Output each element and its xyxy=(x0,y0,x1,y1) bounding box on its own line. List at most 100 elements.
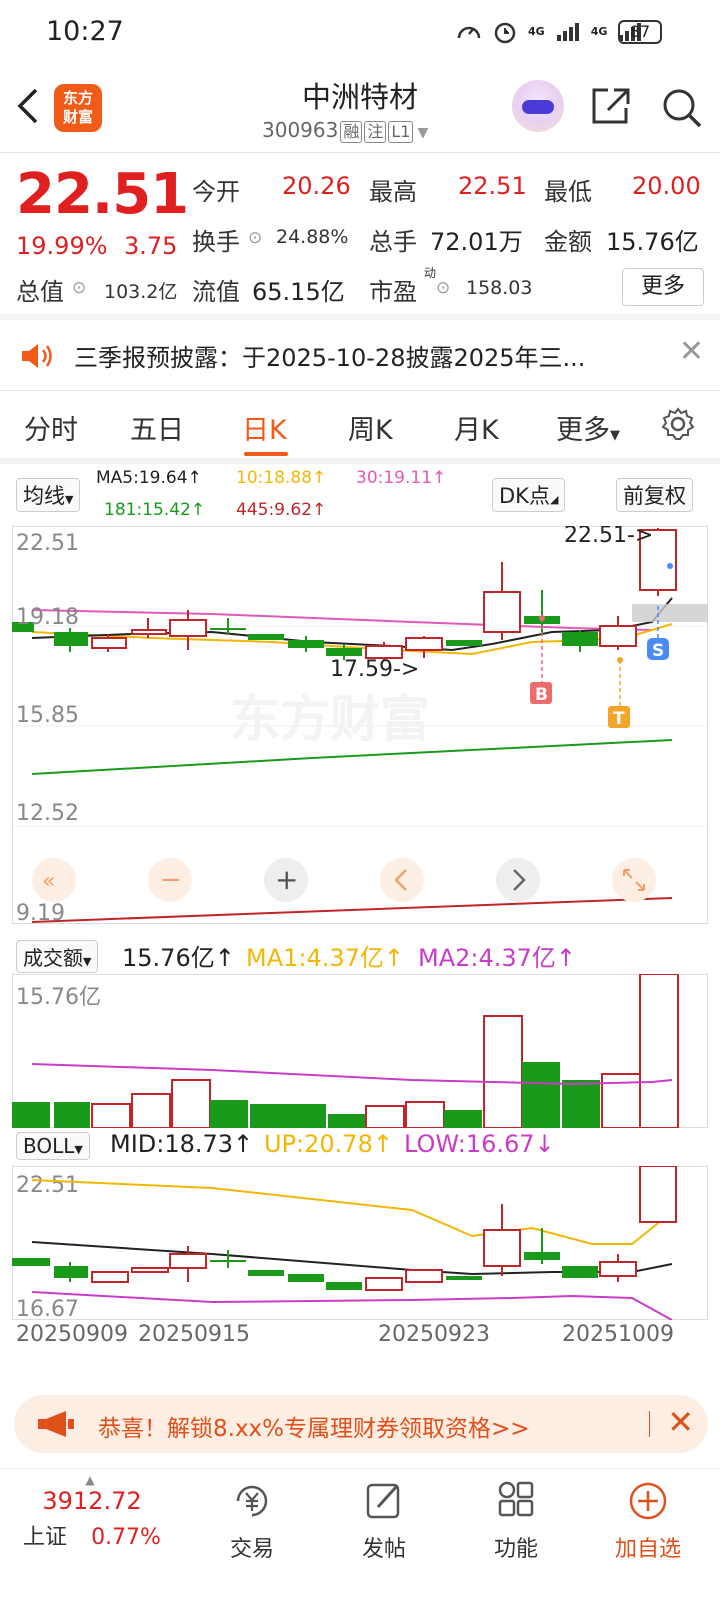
boll-y-top: 22.51 xyxy=(16,1173,79,1198)
tab-more-label: 更多 xyxy=(556,415,610,446)
stock-header: 东方 财富 中洲特材 300963 融注 L1 ▼ xyxy=(0,66,720,152)
caret-up-icon: ▲ xyxy=(85,1473,95,1487)
volume-select[interactable]: 成交额▼ xyxy=(16,940,99,973)
bottom-nav: ▲ 3912.72 上证 0.77% 交易 发帖 功能 加自选 xyxy=(0,1468,720,1600)
battery-level: 87 xyxy=(629,22,651,41)
date-label-2: 20250915 xyxy=(138,1322,250,1347)
tag-registration: 注 xyxy=(364,121,387,143)
volume-chart[interactable]: 15.76亿 xyxy=(12,974,708,1128)
mktcap-value: 103.2亿 xyxy=(104,281,178,303)
close-icon[interactable]: ✕ xyxy=(667,1403,694,1441)
nav-trade[interactable]: 交易 xyxy=(192,1469,312,1563)
y-label-5: 9.19 xyxy=(16,901,65,924)
signal-icon xyxy=(556,23,579,41)
tab-monthly-k[interactable]: 月K xyxy=(454,408,499,447)
dk-label: DK点 xyxy=(499,484,550,508)
high-value: 22.51 xyxy=(458,172,527,200)
change-amount: 3.75 xyxy=(124,232,178,260)
fullscreen-button[interactable] xyxy=(612,858,656,902)
edit-icon xyxy=(366,1483,400,1519)
turnover-label: 换手 xyxy=(192,228,240,256)
pe-value: 158.03 xyxy=(466,277,533,299)
amount-value: 15.76亿 xyxy=(606,228,699,256)
stock-code-row[interactable]: 300963 融注 L1 ▼ xyxy=(262,118,428,143)
caret-down-icon: ▼ xyxy=(65,493,74,506)
plus-icon: + xyxy=(275,863,298,896)
low-value: 20.00 xyxy=(632,172,701,200)
nav-functions[interactable]: 功能 xyxy=(456,1469,576,1563)
ma181-value: 181:15.42↑ xyxy=(104,500,206,520)
add-circle-icon xyxy=(629,1482,667,1520)
nav-add-watchlist[interactable]: 加自选 xyxy=(588,1469,708,1563)
volume-ma2: MA2:4.37亿↑ xyxy=(418,944,577,972)
speed-icon xyxy=(457,26,481,39)
boll-select[interactable]: BOLL▼ xyxy=(16,1132,90,1160)
more-button[interactable]: 更多 xyxy=(622,268,704,306)
volume-y-label: 15.76亿 xyxy=(16,985,101,1010)
battery-icon: 87 xyxy=(618,20,662,44)
speaker-icon xyxy=(22,344,52,368)
tab-more[interactable]: 更多▼ xyxy=(556,408,620,447)
caret-down-icon: ▼ xyxy=(83,955,92,968)
boll-mid: MID:18.73↑ xyxy=(110,1130,254,1158)
active-tab-indicator xyxy=(244,452,288,456)
info-icon[interactable]: ⊙ xyxy=(248,228,262,248)
status-bar: 10:27 4G 4G 87 xyxy=(0,0,720,66)
trade-icon xyxy=(236,1485,268,1517)
index-name: 上证 xyxy=(23,1525,68,1550)
ma-select[interactable]: 均线▼ xyxy=(16,478,81,512)
tag-margin: 融 xyxy=(340,121,363,143)
info-icon-2[interactable]: ⊙ xyxy=(72,278,86,298)
share-icon[interactable] xyxy=(590,86,632,126)
announcement-text: 三季报预披露：于2025-10-28披露2025年三... xyxy=(74,344,586,372)
volume-value: 15.76亿↑ xyxy=(122,944,235,972)
tab-daily-k[interactable]: 日K xyxy=(242,408,287,447)
marker-t-label: T xyxy=(613,709,625,729)
chart-tabs: 分时 五日 日K 周K 月K 更多▼ xyxy=(0,396,720,460)
index-quote[interactable]: ▲ 3912.72 上证 0.77% xyxy=(0,1469,184,1551)
promo-text: 恭喜！解锁8.xx%专属理财券领取资格>> xyxy=(98,1416,530,1442)
index-change: 0.77% xyxy=(91,1525,161,1550)
price-band xyxy=(632,604,708,622)
marker-s-label: S xyxy=(652,641,664,661)
close-icon[interactable]: ✕ xyxy=(679,334,704,369)
volume-select-label: 成交额 xyxy=(23,946,83,970)
date-label-1: 20250909 xyxy=(16,1322,128,1347)
minus-icon: − xyxy=(160,865,182,895)
tag-level: L1 xyxy=(388,121,414,143)
nav-functions-label: 功能 xyxy=(493,1537,538,1562)
announcement-bar[interactable]: 三季报预披露：于2025-10-28披露2025年三... ✕ xyxy=(0,320,720,390)
low-price-note: 17.59-> xyxy=(330,657,419,682)
network-4g-icon: 4G xyxy=(528,25,545,38)
date-label-4: 20251009 xyxy=(562,1322,674,1347)
info-icon-3[interactable]: ⊙ xyxy=(436,278,450,298)
ma-select-label: 均线 xyxy=(23,484,65,508)
boll-up: UP:20.78↑ xyxy=(264,1130,393,1158)
tab-five-day[interactable]: 五日 xyxy=(130,408,184,447)
y-label-4: 12.52 xyxy=(16,801,79,826)
float-value: 65.15亿 xyxy=(252,278,345,306)
nav-post[interactable]: 发帖 xyxy=(324,1469,444,1563)
low-label: 最低 xyxy=(544,178,592,206)
prev-button[interactable] xyxy=(380,858,424,902)
dropdown-icon: ▼ xyxy=(417,125,429,141)
next-button[interactable] xyxy=(496,858,540,902)
tab-weekly-k[interactable]: 周K xyxy=(348,408,393,447)
nav-trade-label: 交易 xyxy=(229,1537,274,1562)
boll-chart[interactable]: 22.51 16.67 xyxy=(12,1166,708,1320)
adjust-select[interactable]: 前复权 xyxy=(616,478,693,512)
search-icon[interactable] xyxy=(660,86,704,130)
index-price: 3912.72 xyxy=(42,1487,142,1515)
ma5-value: MA5:19.64↑ xyxy=(96,468,202,488)
promo-banner[interactable]: 恭喜！解锁8.xx%专属理财券领取资格>> ✕ xyxy=(14,1395,708,1453)
apps-icon xyxy=(498,1481,534,1517)
volume-value: 72.01万 xyxy=(430,228,523,256)
kline-chart[interactable]: 东方财富 B T S 22.51-> 17.59-> 22.51 19.18 1… xyxy=(12,526,708,924)
caret-down-icon: ▼ xyxy=(610,428,620,443)
dk-select[interactable]: DK点◢ xyxy=(492,478,566,512)
ai-assistant-avatar[interactable] xyxy=(512,80,564,132)
turnover-value: 24.88% xyxy=(276,226,349,248)
nav-post-label: 发帖 xyxy=(361,1537,406,1562)
gear-icon[interactable] xyxy=(660,406,696,442)
tab-intraday[interactable]: 分时 xyxy=(24,408,78,447)
